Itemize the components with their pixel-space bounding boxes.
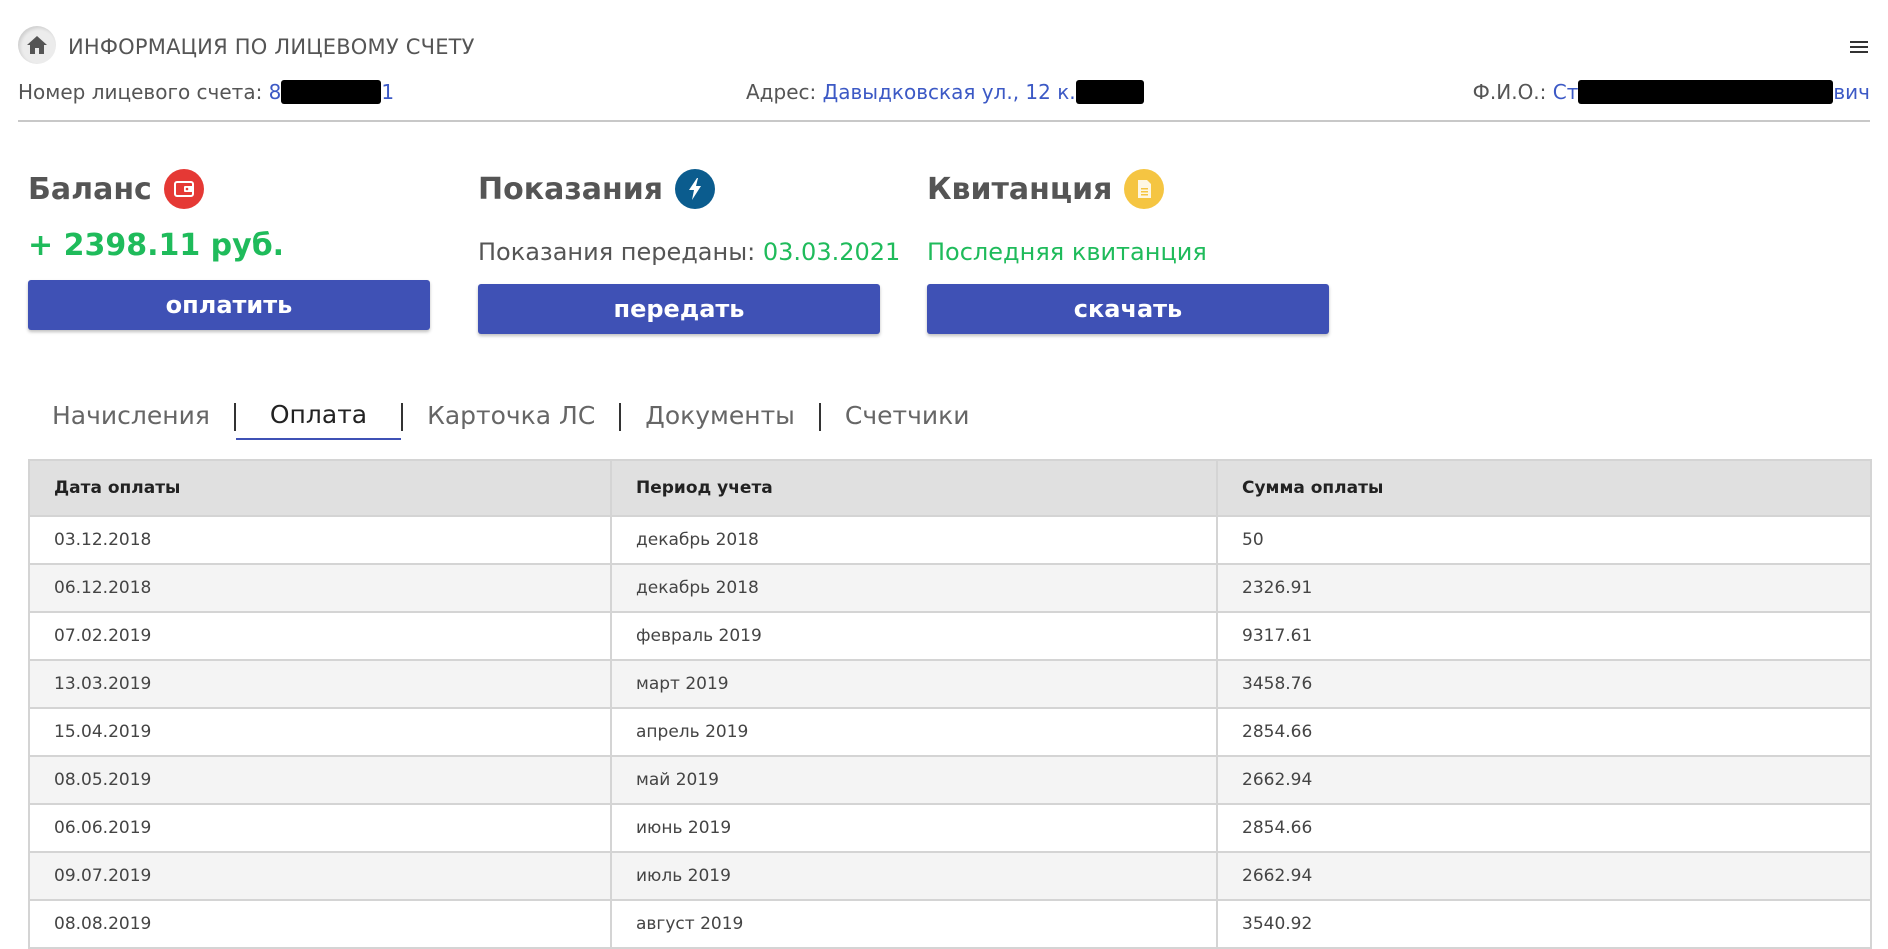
hamburger-menu-icon bbox=[1850, 41, 1868, 53]
tab-documents[interactable]: Документы bbox=[621, 395, 819, 439]
column-header-period[interactable]: Период учета bbox=[610, 459, 1218, 517]
column-header-amount[interactable]: Сумма оплаты bbox=[1216, 459, 1872, 517]
cell-amount: 2326.91 bbox=[1216, 563, 1872, 613]
table-row: 08.05.2019 май 2019 2662.94 bbox=[28, 755, 1872, 805]
cell-period: декабрь 2018 bbox=[610, 563, 1218, 613]
table-row: 06.12.2018 декабрь 2018 2326.91 bbox=[28, 563, 1872, 613]
cell-payment-date: 06.12.2018 bbox=[28, 563, 612, 613]
table-row: 13.03.2019 март 2019 3458.76 bbox=[28, 659, 1872, 709]
address: Адрес: Давыдковская ул., 12 к. bbox=[746, 79, 1144, 104]
cell-amount: 2854.66 bbox=[1216, 803, 1872, 853]
table-row: 06.06.2019 июнь 2019 2854.66 bbox=[28, 803, 1872, 853]
table-row: 09.07.2019 июль 2019 2662.94 bbox=[28, 851, 1872, 901]
cell-payment-date: 15.04.2019 bbox=[28, 707, 612, 757]
balance-card: Баланс + 2398.11 руб. оплатить bbox=[28, 168, 430, 330]
tab-bar: Начисления Оплата Карточка ЛС Документы … bbox=[28, 394, 993, 440]
tab-payments[interactable]: Оплата bbox=[235, 394, 402, 440]
wallet-icon bbox=[163, 169, 204, 209]
tab-charges[interactable]: Начисления bbox=[28, 395, 234, 439]
cell-amount: 2662.94 bbox=[1216, 755, 1872, 805]
balance-value: + 2398.11 руб. bbox=[28, 228, 285, 263]
download-button[interactable]: скачать bbox=[927, 284, 1329, 334]
cell-period: май 2019 bbox=[610, 755, 1218, 805]
redaction-bar bbox=[1578, 79, 1834, 104]
readings-title: Показания bbox=[478, 168, 880, 210]
cell-period: март 2019 bbox=[610, 659, 1218, 709]
readings-label: Показания переданы: bbox=[478, 238, 756, 266]
account-number: Номер лицевого счета: 81 bbox=[18, 79, 394, 104]
menu-button[interactable] bbox=[1848, 38, 1870, 56]
page-title: ИНФОРМАЦИЯ ПО ЛИЦЕВОМУ СЧЕТУ bbox=[68, 35, 475, 59]
cell-amount: 2854.66 bbox=[1216, 707, 1872, 757]
cell-payment-date: 06.06.2019 bbox=[28, 803, 612, 853]
cell-amount: 9317.61 bbox=[1216, 611, 1872, 661]
home-button[interactable] bbox=[18, 26, 56, 64]
pay-button[interactable]: оплатить bbox=[28, 280, 430, 330]
address-value[interactable]: Давыдковская ул., 12 к. bbox=[823, 79, 1144, 104]
readings-status: Показания переданы: 03.03.2021 bbox=[478, 238, 900, 278]
redaction-bar bbox=[281, 79, 382, 104]
cell-amount: 50 bbox=[1216, 515, 1872, 565]
header-divider bbox=[18, 120, 1870, 122]
top-bar: ИНФОРМАЦИЯ ПО ЛИЦЕВОМУ СЧЕТУ bbox=[18, 26, 1870, 66]
address-label: Адрес: bbox=[746, 80, 817, 104]
full-name-value[interactable]: Ст вич bbox=[1553, 79, 1870, 104]
table-row: 03.12.2018 декабрь 2018 50 bbox=[28, 515, 1872, 565]
receipt-card: Квитанция Последняя квитанция скачать bbox=[927, 168, 1329, 334]
cell-amount: 3540.92 bbox=[1216, 899, 1872, 949]
table-row: 15.04.2019 апрель 2019 2854.66 bbox=[28, 707, 1872, 757]
cell-period: февраль 2019 bbox=[610, 611, 1218, 661]
payments-table: Дата оплаты Период учета Сумма оплаты 03… bbox=[28, 459, 1872, 949]
table-row: 08.08.2019 август 2019 3540.92 bbox=[28, 899, 1872, 949]
cell-amount: 2662.94 bbox=[1216, 851, 1872, 901]
submit-readings-button[interactable]: передать bbox=[478, 284, 880, 334]
table-row: 07.02.2019 февраль 2019 9317.61 bbox=[28, 611, 1872, 661]
document-icon bbox=[1124, 169, 1165, 209]
cell-period: август 2019 bbox=[610, 899, 1218, 949]
readings-date: 03.03.2021 bbox=[762, 238, 901, 266]
cell-amount: 3458.76 bbox=[1216, 659, 1872, 709]
cell-payment-date: 08.05.2019 bbox=[28, 755, 612, 805]
cell-payment-date: 09.07.2019 bbox=[28, 851, 612, 901]
readings-card: Показания Показания переданы: 03.03.2021… bbox=[478, 168, 900, 334]
home-icon bbox=[27, 36, 47, 54]
full-name-label: Ф.И.О.: bbox=[1472, 80, 1547, 104]
payments-table-container: Дата оплаты Период учета Сумма оплаты 03… bbox=[28, 459, 1872, 949]
cell-payment-date: 07.02.2019 bbox=[28, 611, 612, 661]
full-name: Ф.И.О.: Ст вич bbox=[1472, 79, 1870, 104]
last-receipt-link[interactable]: Последняя квитанция bbox=[927, 238, 1329, 278]
tab-meters[interactable]: Счетчики bbox=[821, 395, 994, 439]
redaction-bar bbox=[1075, 79, 1144, 104]
column-header-payment-date[interactable]: Дата оплаты bbox=[28, 459, 612, 517]
account-info-row: Номер лицевого счета: 81 Адрес: Давыдков… bbox=[18, 79, 1870, 110]
cell-period: июнь 2019 bbox=[610, 803, 1218, 853]
cell-payment-date: 13.03.2019 bbox=[28, 659, 612, 709]
account-number-label: Номер лицевого счета: bbox=[18, 80, 263, 104]
cell-payment-date: 03.12.2018 bbox=[28, 515, 612, 565]
lightning-icon bbox=[675, 169, 716, 209]
balance-title: Баланс bbox=[28, 168, 430, 210]
receipt-title: Квитанция bbox=[927, 168, 1329, 210]
account-number-value[interactable]: 81 bbox=[269, 79, 394, 104]
tab-account-card[interactable]: Карточка ЛС bbox=[403, 395, 619, 439]
cell-period: июль 2019 bbox=[610, 851, 1218, 901]
table-header-row: Дата оплаты Период учета Сумма оплаты bbox=[28, 459, 1872, 517]
cell-period: апрель 2019 bbox=[610, 707, 1218, 757]
cell-period: декабрь 2018 bbox=[610, 515, 1218, 565]
cell-payment-date: 08.08.2019 bbox=[28, 899, 612, 949]
table-body: 03.12.2018 декабрь 2018 50 06.12.2018 декабр… bbox=[28, 515, 1872, 949]
